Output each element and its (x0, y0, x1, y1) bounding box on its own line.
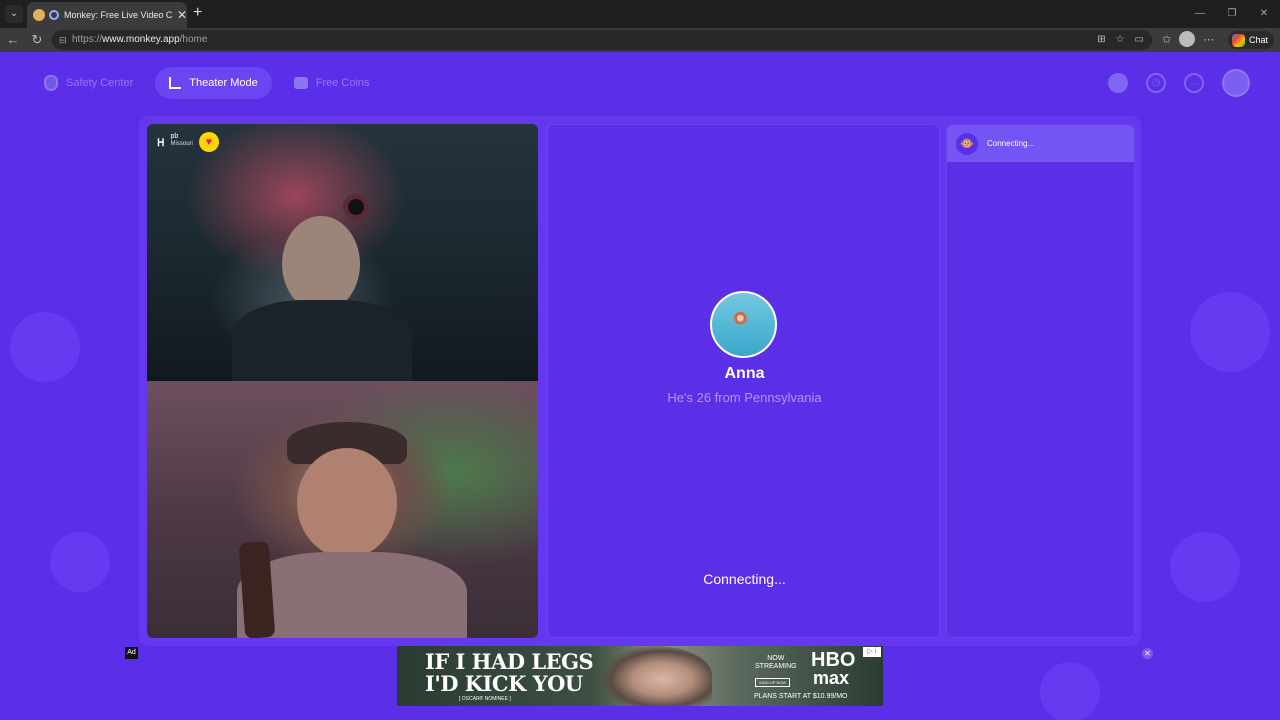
ad-image (602, 646, 712, 706)
favorite-star-icon[interactable]: ☆ (1116, 30, 1125, 50)
tab-list-button[interactable]: ⌄ (5, 5, 23, 23)
more-menu-icon[interactable]: ⋯ (1203, 33, 1214, 46)
site-info-icon[interactable]: ⊟ (59, 30, 67, 50)
chat-bubble-icon[interactable]: … (1184, 73, 1204, 93)
ad-banner[interactable]: IF I HAD LEGS I'D KICK YOU [ OSCAR® NOMI… (397, 646, 883, 706)
bottle (238, 541, 276, 638)
apps-icon[interactable]: ⊞ (1097, 30, 1105, 50)
bg-decoration (1040, 662, 1100, 720)
ad-label: Ad (125, 647, 138, 659)
app-background: Safety Center Theater Mode Free Coins ◷ … (0, 52, 1280, 720)
browser-toolbar: ← ↻ ⊟ https://www.monkey.app/home ⊞ ☆ ▭ … (0, 28, 1280, 52)
queue-panel: 🐵 Connecting... (946, 124, 1135, 638)
copilot-icon (1231, 33, 1245, 47)
remote-shirt (232, 300, 412, 381)
remote-user-name: pb (170, 133, 179, 140)
vinyl-record (343, 194, 369, 220)
coin-icon (293, 77, 308, 89)
top-nav: Safety Center Theater Mode Free Coins (30, 67, 384, 99)
ad-now-line-1: NOW (767, 655, 785, 662)
copilot-chat-button[interactable]: Chat (1227, 31, 1274, 49)
reload-icon[interactable]: ↻ (28, 31, 46, 49)
browser-tab[interactable]: Monkey: Free Live Video Chat ✕ (27, 2, 187, 28)
window-controls: — ❐ ✕ (1184, 0, 1280, 28)
ad-now-line-2: STREAMING (755, 663, 797, 670)
ad-headline-line-1: IF I HAD LEGS (425, 649, 594, 674)
url-scheme: https:// (72, 34, 103, 45)
tab-title: Monkey: Free Live Video Chat (64, 10, 173, 20)
address-bar-icons: ⊞ ☆ ▭ (1097, 30, 1144, 50)
bg-decoration (1170, 532, 1240, 602)
ad-now-streaming: NOW STREAMING (755, 655, 797, 671)
match-avatar (710, 291, 777, 358)
right-nav: ◷ … (1108, 69, 1250, 97)
queue-status: Connecting... (987, 139, 1035, 148)
remote-user-text: pb Missouri (171, 132, 193, 147)
url-host: www.monkey.app (102, 34, 180, 45)
ad-brand-hbo: HBO (811, 649, 856, 671)
match-panel: Anna He's 26 from Pennsylvania Connectin… (547, 124, 940, 638)
expand-icon (169, 77, 182, 89)
close-window-icon[interactable]: ✕ (1248, 0, 1280, 28)
theater-mode-label: Theater Mode (189, 77, 258, 89)
match-name: Anna (724, 365, 765, 382)
restore-icon[interactable]: ❐ (1216, 0, 1248, 28)
user-avatar[interactable] (1222, 69, 1250, 97)
monkey-icon: 🐵 (956, 132, 978, 155)
loading-icon (49, 10, 59, 20)
theater-mode-button[interactable]: Theater Mode (155, 67, 272, 99)
connecting-status: Connecting... (703, 571, 786, 587)
ad-plans: PLANS START AT $10.99/MO (754, 693, 848, 700)
local-person (297, 448, 397, 558)
url-path: /home (179, 34, 208, 45)
ad-headline: IF I HAD LEGS I'D KICK YOU (425, 651, 600, 695)
free-coins-label: Free Coins (315, 77, 370, 89)
heart-icon[interactable]: ♥ (198, 132, 219, 152)
close-tab-icon[interactable]: ✕ (177, 8, 187, 22)
address-bar[interactable]: ⊟ https://www.monkey.app/home ⊞ ☆ ▭ (52, 30, 1152, 50)
profile-avatar[interactable] (1179, 31, 1196, 47)
queue-item: 🐵 Connecting... (947, 125, 1134, 162)
safety-center-button[interactable]: Safety Center (30, 67, 147, 99)
remote-person (282, 216, 360, 312)
ad-brand-max: max (813, 668, 850, 688)
video-icon[interactable]: ▭ (1135, 30, 1144, 50)
monkey-favicon-icon (33, 9, 45, 21)
shield-icon (44, 75, 58, 91)
back-icon[interactable]: ← (4, 31, 22, 49)
ad-signup-button[interactable]: SIGN UP NOW (755, 678, 791, 687)
free-coins-button[interactable]: Free Coins (280, 67, 384, 99)
toolbar-icons: ✩ ⋯ (1162, 31, 1214, 47)
remote-video[interactable]: ᕼ pb Missouri ♥ (147, 124, 538, 381)
ad-choices-icon[interactable]: ▷ i (863, 647, 881, 657)
browser-tabbar: ⌄ Monkey: Free Live Video Chat ✕ + — ❐ ✕ (0, 0, 1280, 28)
bg-decoration (10, 312, 80, 382)
match-info: He's 26 from Pennsylvania (667, 390, 822, 405)
bg-decoration (50, 532, 110, 592)
ad-headline-line-2: I'D KICK YOU (425, 671, 583, 696)
favorites-icon[interactable]: ✩ (1162, 33, 1171, 46)
bg-decoration (1190, 292, 1270, 372)
ad-subtitle: [ OSCAR® NOMINEE ] (459, 696, 511, 702)
local-video (147, 382, 538, 638)
remote-user-location: Missouri (170, 141, 193, 147)
ad-close-icon[interactable]: ✕ (1142, 648, 1153, 659)
user-badge-icon: ᕼ (157, 138, 165, 149)
safety-center-label: Safety Center (66, 77, 134, 89)
chat-label: Chat (1248, 35, 1268, 45)
friends-icon[interactable] (1108, 73, 1128, 93)
minimize-icon[interactable]: — (1184, 0, 1216, 28)
new-tab-button[interactable]: + (193, 4, 202, 22)
history-clock-icon[interactable]: ◷ (1146, 73, 1166, 93)
remote-user-info: ᕼ pb Missouri ♥ (157, 132, 219, 152)
